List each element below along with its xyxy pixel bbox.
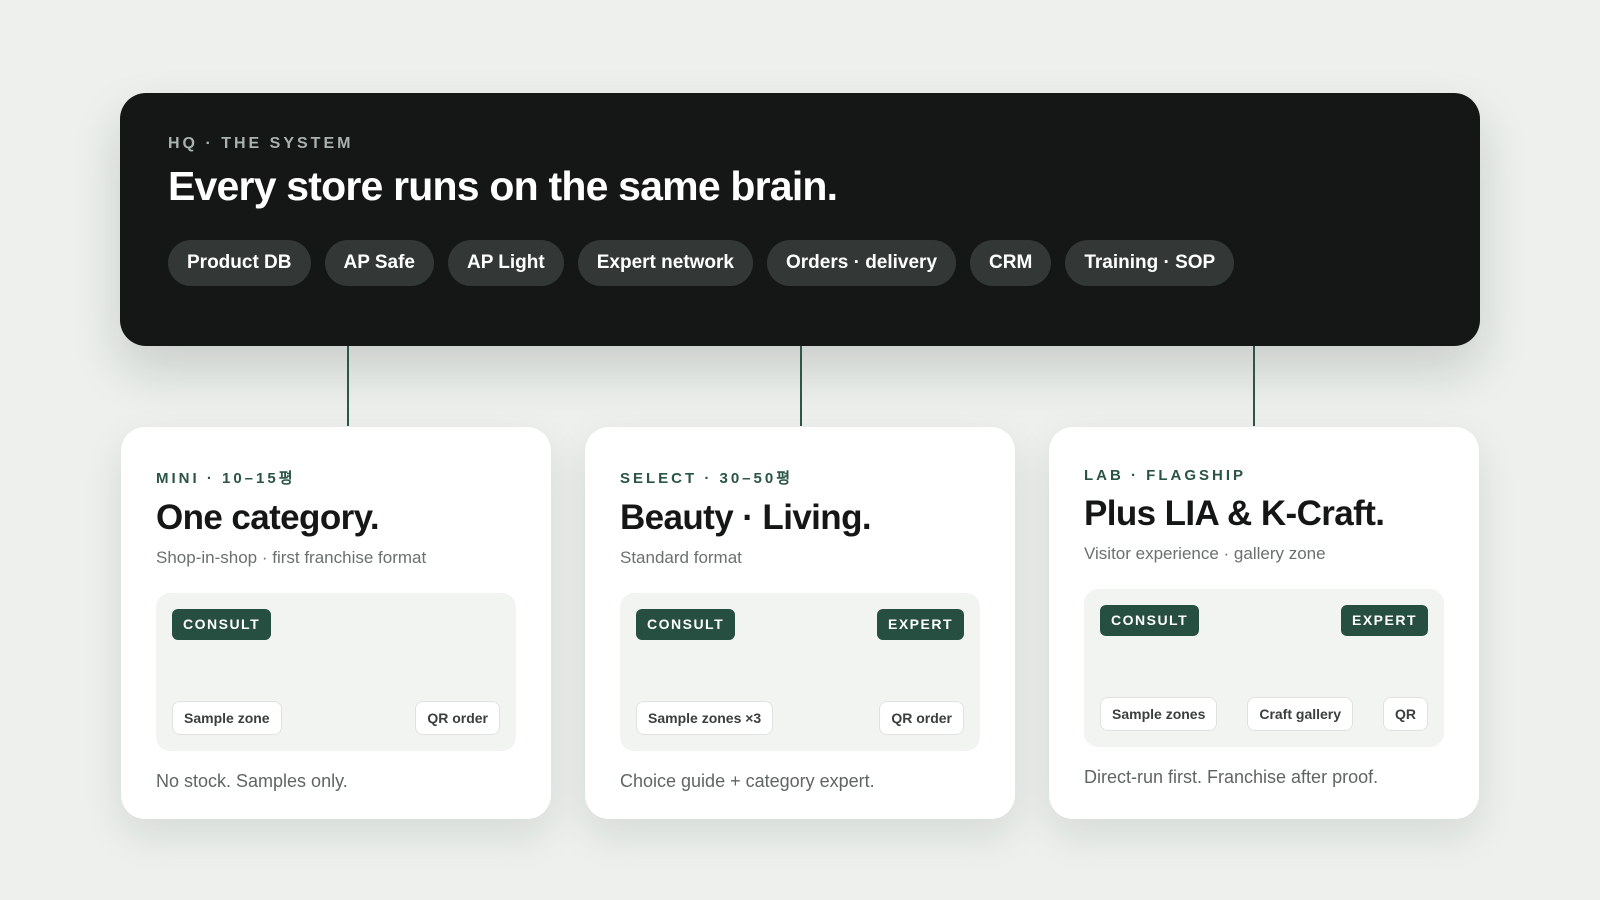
card-footer: Choice guide + category expert. (620, 771, 875, 791)
store-layout-zone: CONSULT EXPERT Sample zones Craft galler… (1084, 589, 1444, 747)
card-subtitle: Visitor experience · gallery zone (1084, 544, 1326, 563)
store-layout-zone: CONSULT EXPERT Sample zones ×3 QR order (620, 593, 980, 751)
expert-badge: EXPERT (876, 609, 964, 640)
expert-badge: EXPERT (1340, 605, 1428, 636)
tag-row: Sample zones ×3 QR order (636, 701, 964, 735)
consult-badge: CONSULT (172, 609, 272, 640)
consult-badge: CONSULT (636, 609, 736, 640)
chip-crm: CRM (970, 240, 1052, 286)
store-card-mini: MINI · 10–15평 One category. Shop-in-shop… (121, 427, 551, 819)
card-subtitle: Standard format (620, 548, 742, 567)
chip-expert-network: Expert network (577, 240, 753, 286)
chip-training-sop: Training · SOP (1065, 240, 1235, 286)
connector-line-mini (347, 346, 349, 426)
card-footer: No stock. Samples only. (156, 771, 348, 791)
tag-sample-zones: Sample zones ×3 (636, 701, 774, 735)
card-eyebrow: LAB · FLAGSHIP (1084, 467, 1246, 484)
hq-eyebrow: HQ · THE SYSTEM (168, 135, 354, 152)
connector-line-select (800, 346, 802, 426)
hq-title: Every store runs on the same brain. (168, 163, 838, 209)
card-subtitle: Shop-in-shop · first franchise format (156, 548, 427, 567)
card-eyebrow: MINI · 10–15평 (156, 470, 296, 487)
chip-ap-safe: AP Safe (324, 240, 434, 286)
chip-ap-light: AP Light (447, 240, 564, 286)
hq-panel: HQ · THE SYSTEM Every store runs on the … (120, 93, 1480, 346)
tag-row: Sample zone QR order (172, 701, 500, 735)
tag-sample-zones: Sample zones (1100, 697, 1218, 731)
tag-row: Sample zones Craft gallery QR (1100, 697, 1428, 731)
tag-craft-gallery: Craft gallery (1247, 697, 1354, 731)
chip-orders-delivery: Orders · delivery (767, 240, 957, 286)
connector-line-lab (1253, 346, 1255, 426)
consult-badge: CONSULT (1100, 605, 1200, 636)
card-eyebrow: SELECT · 30–50평 (620, 470, 794, 487)
store-card-lab: LAB · FLAGSHIP Plus LIA & K-Craft. Visit… (1049, 427, 1479, 819)
tag-qr-order: QR order (415, 701, 500, 735)
hq-chip-list: Product DB AP Safe AP Light Expert netwo… (168, 240, 1432, 286)
store-card-select: SELECT · 30–50평 Beauty · Living. Standar… (585, 427, 1015, 819)
card-title: Beauty · Living. (620, 498, 872, 537)
tag-sample-zone: Sample zone (172, 701, 282, 735)
store-layout-zone: CONSULT Sample zone QR order (156, 593, 516, 751)
tag-qr-order: QR order (879, 701, 964, 735)
card-footer: Direct-run first. Franchise after proof. (1084, 767, 1379, 787)
card-title: Plus LIA & K-Craft. (1084, 494, 1385, 533)
tag-qr: QR (1382, 697, 1428, 731)
card-title: One category. (156, 498, 380, 537)
chip-product-db: Product DB (168, 240, 311, 286)
